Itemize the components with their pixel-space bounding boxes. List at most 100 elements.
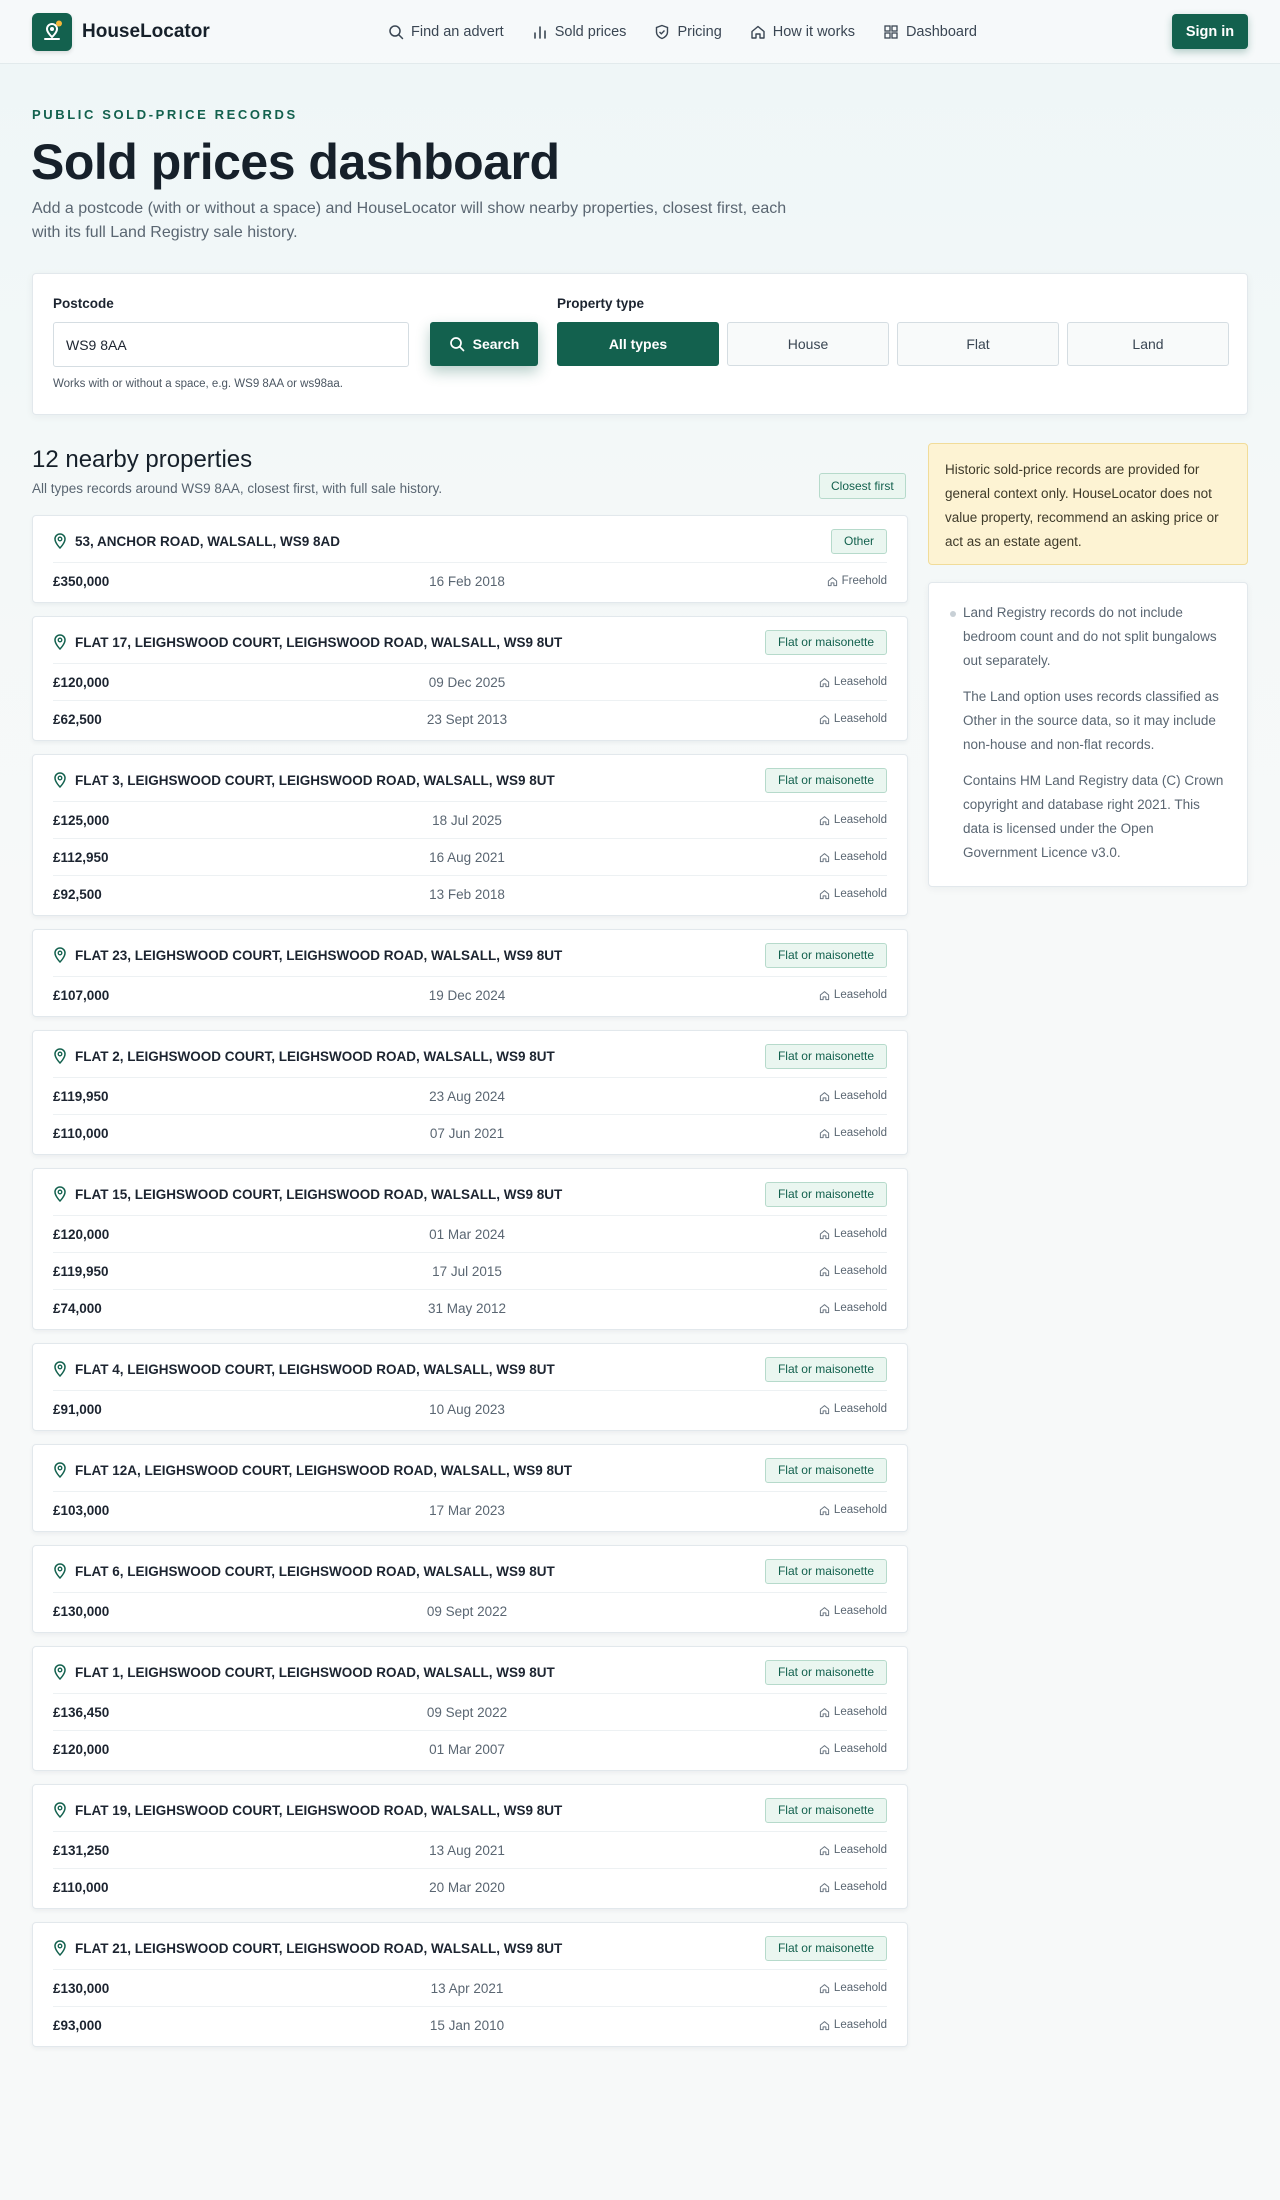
property-type-badge: Flat or maisonette [764,1558,887,1584]
property-card[interactable]: FLAT 15, LEIGHSWOOD COURT, LEIGHSWOOD RO… [32,1168,908,1330]
home-icon [819,2020,830,2031]
search-panel: Postcode Works with or without a space, … [32,273,1248,415]
home-icon [819,1091,830,1102]
property-card[interactable]: FLAT 3, LEIGHSWOOD COURT, LEIGHSWOOD ROA… [32,754,908,916]
map-pin-icon [53,1802,67,1818]
nav-how-it-works[interactable]: How it works [750,24,855,40]
sale-price: £93,000 [53,2017,102,2033]
postcode-input[interactable] [53,322,409,367]
sale-row: £62,500 23 Sept 2013 Leasehold [53,700,887,737]
tenure: Leasehold [819,1127,887,1139]
sale-price: £130,000 [53,1603,110,1619]
search-button[interactable]: Search [430,322,538,366]
map-pin-icon [53,1361,67,1377]
property-card-header: FLAT 17, LEIGHSWOOD COURT, LEIGHSWOOD RO… [53,617,887,663]
home-icon [819,1404,830,1415]
home-icon [819,1303,830,1314]
property-card[interactable]: FLAT 17, LEIGHSWOOD COURT, LEIGHSWOOD RO… [32,616,908,741]
tenure-label: Leasehold [833,713,887,725]
data-note: Contains HM Land Registry data (C) Crown… [963,773,1224,860]
property-type-badge: Flat or maisonette [764,1356,887,1382]
property-type-badge: Flat or maisonette [764,1659,887,1685]
type-all-button[interactable]: All types [557,322,719,366]
sale-row: £103,000 17 Mar 2023 Leasehold [53,1491,887,1528]
property-card[interactable]: FLAT 4, LEIGHSWOOD COURT, LEIGHSWOOD ROA… [32,1343,908,1431]
property-address-text: FLAT 19, LEIGHSWOOD COURT, LEIGHSWOOD RO… [75,1802,563,1818]
property-card-header: FLAT 19, LEIGHSWOOD COURT, LEIGHSWOOD RO… [53,1785,887,1831]
nav-find-an-advert[interactable]: Find an advert [388,24,504,40]
tenure-label: Leasehold [833,1982,887,1994]
property-address-text: FLAT 3, LEIGHSWOOD COURT, LEIGHSWOOD ROA… [75,772,555,788]
home-icon [819,677,830,688]
tenure-label: Leasehold [833,989,887,1001]
tenure: Leasehold [819,1706,887,1718]
property-type-badge: Other [830,528,887,554]
property-type-badge: Flat or maisonette [764,942,887,968]
tenure-label: Leasehold [833,1706,887,1718]
tenure-label: Leasehold [833,1302,887,1314]
sale-row: £120,000 01 Mar 2007 Leasehold [53,1730,887,1767]
type-land-button[interactable]: Land [1067,322,1229,366]
tenure: Leasehold [819,989,887,1001]
tenure: Leasehold [819,888,887,900]
shield-icon [656,24,669,40]
sale-row: £130,000 09 Sept 2022 Leasehold [53,1592,887,1629]
sale-row: £131,250 13 Aug 2021 Leasehold [53,1831,887,1868]
property-card[interactable]: FLAT 21, LEIGHSWOOD COURT, LEIGHSWOOD RO… [32,1922,908,2047]
page-title: Sold prices dashboard [31,134,560,190]
sign-in-button[interactable]: Sign in [1172,14,1248,49]
sale-price: £110,000 [53,1879,109,1895]
nav-sold-prices[interactable]: Sold prices [532,24,626,40]
nav-pricing[interactable]: Pricing [654,24,722,40]
property-address: FLAT 2, LEIGHSWOOD COURT, LEIGHSWOOD ROA… [53,1048,555,1064]
sale-row: £110,000 07 Jun 2021 Leasehold [53,1114,887,1151]
eyebrow-label: PUBLIC SOLD-PRICE RECORDS [32,107,298,122]
tenure-label: Leasehold [833,1844,887,1856]
sale-date: 17 Mar 2023 [429,1502,505,1518]
tenure: Leasehold [819,851,887,863]
type-house-button[interactable]: House [727,322,889,366]
sale-price: £120,000 [53,1741,110,1757]
map-pin-icon [53,1048,67,1064]
home-icon [819,852,830,863]
property-address: FLAT 23, LEIGHSWOOD COURT, LEIGHSWOOD RO… [53,947,562,963]
tenure-label: Leasehold [833,1743,887,1755]
tenure: Leasehold [819,713,887,725]
property-card[interactable]: FLAT 12A, LEIGHSWOOD COURT, LEIGHSWOOD R… [32,1444,908,1532]
sale-date: 31 May 2012 [427,1300,507,1316]
tenure-label: Leasehold [833,1265,887,1277]
sale-row: £92,500 13 Feb 2018 Leasehold [53,875,887,912]
property-type-badge: Flat or maisonette [764,1181,887,1207]
sale-date: 23 Sept 2013 [426,711,508,727]
property-card[interactable]: FLAT 19, LEIGHSWOOD COURT, LEIGHSWOOD RO… [32,1784,908,1909]
property-card[interactable]: FLAT 2, LEIGHSWOOD COURT, LEIGHSWOOD ROA… [32,1030,908,1155]
results-subtitle: All types records around WS9 8AA, closes… [32,481,443,496]
sale-date: 17 Jul 2015 [432,1263,502,1279]
property-card[interactable]: FLAT 1, LEIGHSWOOD COURT, LEIGHSWOOD ROA… [32,1646,908,1771]
property-type-badge: Flat or maisonette [764,629,887,655]
data-note: Land Registry records do not include bed… [950,601,1227,673]
sale-date: 09 Sept 2022 [426,1704,508,1720]
property-card[interactable]: 53, ANCHOR ROAD, WALSALL, WS9 8AD Other £3… [32,515,908,603]
home-icon [819,1744,830,1755]
property-card[interactable]: FLAT 23, LEIGHSWOOD COURT, LEIGHSWOOD RO… [32,929,908,1017]
map-pin-icon [53,1462,67,1478]
property-address-text: FLAT 15, LEIGHSWOOD COURT, LEIGHSWOOD RO… [75,1186,563,1202]
sale-row: £120,000 01 Mar 2024 Leasehold [53,1215,887,1252]
sale-row: £125,000 18 Jul 2025 Leasehold [53,801,887,838]
property-card-header: FLAT 12A, LEIGHSWOOD COURT, LEIGHSWOOD R… [53,1445,887,1491]
sale-date: 09 Sept 2022 [426,1603,508,1619]
nav-dashboard[interactable]: Dashboard [883,24,977,40]
top-navigation-bar: HouseLocator Find an advert Sold prices … [0,0,1280,64]
property-address: FLAT 3, LEIGHSWOOD COURT, LEIGHSWOOD ROA… [53,772,555,788]
home-icon [827,576,838,587]
intro-text: Add a postcode (with or without a space)… [32,200,787,241]
bar-chart-icon [533,26,546,39]
property-card-header: 53, ANCHOR ROAD, WALSALL, WS9 8AD Other [53,516,887,562]
type-flat-button[interactable]: Flat [897,322,1059,366]
tenure: Leasehold [819,1743,887,1755]
property-card[interactable]: FLAT 6, LEIGHSWOOD COURT, LEIGHSWOOD ROA… [32,1545,908,1633]
home-icon [819,714,830,725]
brand-link[interactable]: HouseLocator [32,13,210,51]
property-type-label: Property type [557,296,645,311]
